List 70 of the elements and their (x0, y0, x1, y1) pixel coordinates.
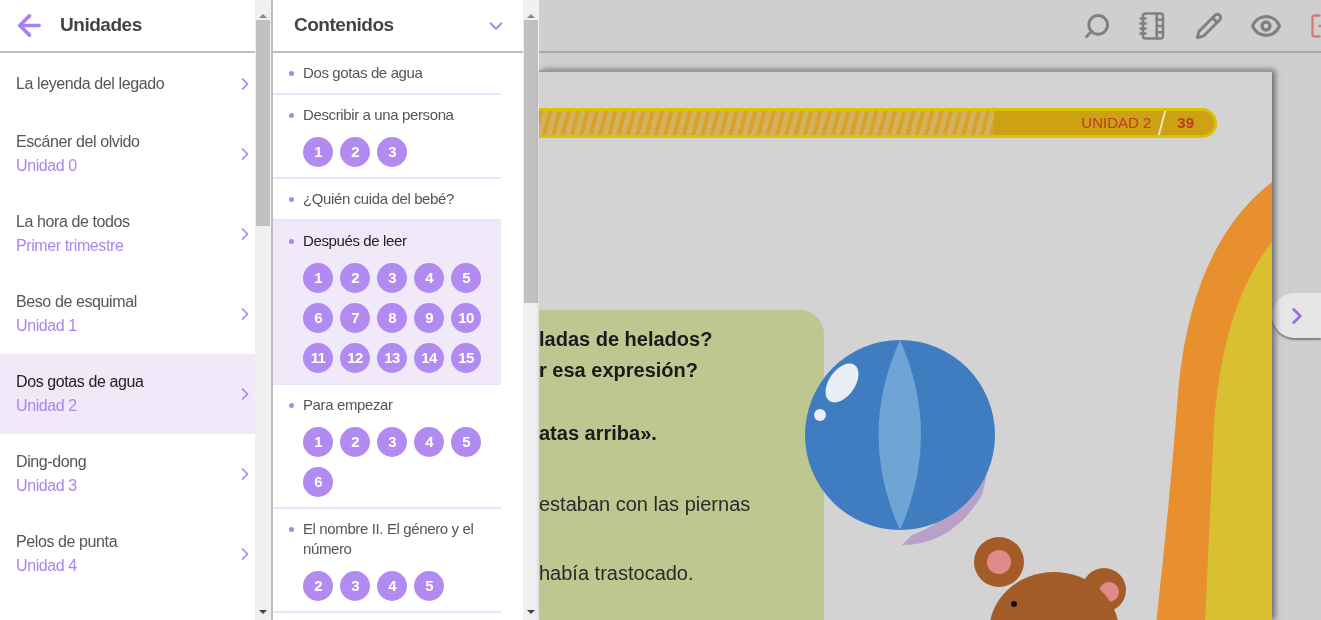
unit-subtitle: Unidad 2 (16, 396, 78, 416)
page-number-button[interactable]: 12 (339, 343, 370, 373)
section-title: Describir a una persona (302, 105, 454, 125)
divider-slash (1158, 111, 1167, 135)
page-number-button[interactable]: 4 (413, 427, 444, 457)
page-number-button[interactable]: 1 (302, 427, 333, 457)
unit-label: UNIDAD 2 (1081, 112, 1152, 133)
page-number-button[interactable]: 2 (339, 263, 370, 293)
unit-title: Beso de esquimal (16, 292, 138, 312)
page-number-button[interactable]: 3 (339, 571, 370, 601)
page-number-button[interactable]: 4 (413, 263, 444, 293)
bullet-icon (288, 527, 294, 532)
page-number-button[interactable]: 11 (302, 343, 333, 373)
unit-title: La leyenda del legado (16, 73, 166, 94)
bullet-icon (288, 71, 294, 76)
book-text-line: r esa expresión? (539, 358, 698, 383)
unit-subtitle: Unidad 3 (16, 476, 78, 496)
unit-title: La hora de todos (16, 212, 131, 232)
bullet-icon (288, 403, 294, 408)
unit-subtitle: Unidad 4 (16, 556, 78, 576)
page-number-button[interactable]: 2 (339, 137, 370, 167)
page-number-button[interactable]: 2 (302, 571, 333, 601)
page-number-button[interactable]: 10 (450, 303, 481, 333)
unit-subtitle: Unidad 1 (16, 316, 78, 336)
section-title: ¿Quién cuida del bebé? (302, 189, 454, 209)
bullet-icon (288, 113, 294, 118)
next-page-button[interactable] (1272, 293, 1321, 338)
panel-title: Unidades (60, 13, 142, 38)
section-title: El nombre II. El género y el número (302, 519, 475, 559)
page-number-button[interactable]: 2 (339, 427, 370, 457)
page-number-button[interactable]: 1 (302, 263, 333, 293)
page-number-button[interactable]: 5 (450, 427, 481, 457)
page-number-button[interactable]: 9 (413, 303, 444, 333)
page-number-button[interactable]: 1 (302, 137, 333, 167)
bullet-icon (288, 239, 294, 244)
page-number-button[interactable]: 6 (302, 303, 333, 333)
panel-title: Contenidos (293, 13, 395, 38)
section-title: Después de leer (302, 231, 407, 251)
unit-title: Dos gotas de agua (16, 372, 145, 392)
bullet-icon (288, 197, 294, 202)
page-number-button[interactable]: 5 (413, 571, 444, 601)
page-number-button[interactable]: 6 (302, 467, 333, 497)
page-number-button[interactable]: 13 (376, 343, 407, 373)
section-title: Para empezar (302, 395, 393, 415)
pencil-icon[interactable] (1195, 11, 1223, 40)
page-number-button[interactable]: 7 (339, 303, 370, 333)
book-text-line: había trastocado. (539, 561, 694, 586)
book-text-line: atas arriba». (539, 421, 657, 446)
page-number: 39 (1177, 112, 1194, 133)
unit-title: Pelos de punta (16, 532, 119, 552)
book-text-line: ladas de helados? (539, 327, 713, 352)
unit-subtitle: Primer trimestre (16, 236, 125, 256)
page-number-button[interactable]: 15 (450, 343, 481, 373)
content-section[interactable]: Después de leer 1 2 3 4 5 6 7 8 9 10 11 12 13 14 15 (272, 221, 501, 385)
search-icon[interactable] (1083, 11, 1111, 40)
page-number-button[interactable]: 3 (376, 427, 407, 457)
scrollbar[interactable] (523, 0, 539, 620)
page-number-button[interactable]: 14 (413, 343, 444, 373)
book-text-line: estaban con las piernas (539, 492, 751, 517)
page-number-button[interactable]: 4 (376, 571, 407, 601)
scrollbar[interactable] (255, 0, 271, 620)
unit-subtitle: Unidad 0 (16, 156, 78, 176)
page-number-button[interactable]: 3 (376, 263, 407, 293)
unit-title: Ding-dong (16, 452, 88, 472)
page-number-button[interactable]: 5 (450, 263, 481, 293)
page-number-button[interactable]: 3 (376, 137, 407, 167)
page-number-button[interactable]: 8 (376, 303, 407, 333)
unit-title: Escáner del olvido (16, 132, 141, 152)
section-title: Dos gotas de agua (302, 63, 423, 83)
unit-item[interactable]: Dos gotas de agua Unidad 2 (0, 354, 256, 434)
